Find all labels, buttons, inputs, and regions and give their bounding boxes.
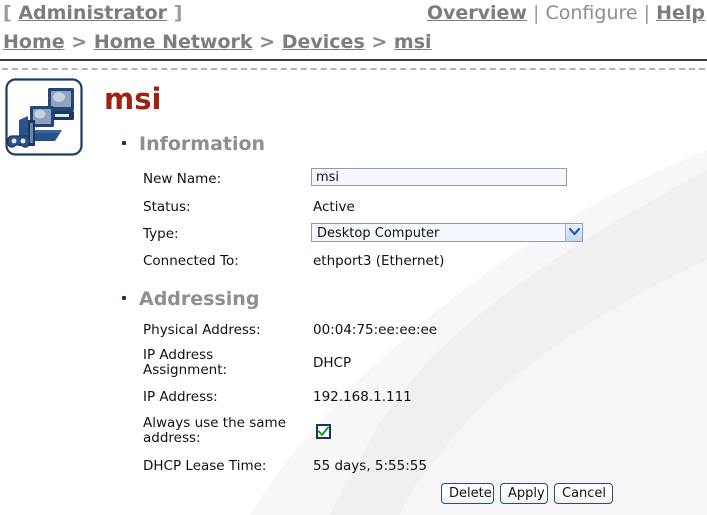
chevron-down-icon[interactable] <box>565 224 582 241</box>
label-dhcp-lease-time: DHCP Lease Time: <box>143 458 267 474</box>
page-title: msi <box>104 82 162 116</box>
section-heading-information-label: Information <box>139 133 266 155</box>
administrator-link[interactable]: Administrator <box>18 2 167 24</box>
breadcrumb-separator-2: > <box>259 31 276 53</box>
type-select-value: Desktop Computer <box>317 226 440 241</box>
cancel-button[interactable]: Cancel <box>554 483 613 504</box>
apply-button[interactable]: Apply <box>500 483 548 504</box>
topbar: [ Administrator ] Overview | Configure |… <box>0 0 707 30</box>
value-status: Active <box>313 199 355 215</box>
section-heading-information: Information <box>122 133 265 155</box>
nav-separator-2: | <box>643 2 651 24</box>
bracket-open: [ <box>3 2 12 24</box>
breadcrumb-item-devices[interactable]: Devices <box>282 31 365 53</box>
breadcrumb-item-msi[interactable]: msi <box>394 31 432 53</box>
nav-link-configure[interactable]: Configure <box>546 2 638 24</box>
delete-button[interactable]: Delete <box>441 483 494 504</box>
label-new-name: New Name: <box>143 171 222 187</box>
value-physical-address: 00:04:75:ee:ee:ee <box>313 322 438 338</box>
bracket-close: ] <box>173 2 183 24</box>
header-rule <box>0 59 707 61</box>
nav-link-help[interactable]: Help <box>656 2 705 24</box>
label-connected-to: Connected To: <box>143 253 239 269</box>
label-physical-address: Physical Address: <box>143 322 261 338</box>
nav-link-overview[interactable]: Overview <box>427 2 527 24</box>
section-heading-addressing-label: Addressing <box>139 288 260 310</box>
bullet-icon-information <box>122 141 126 145</box>
value-dhcp-lease-time: 55 days, 5:55:55 <box>313 458 427 474</box>
administrator-block: [ Administrator ] <box>3 2 182 24</box>
label-ip-address-assignment-line2: Assignment: <box>143 362 228 378</box>
new-name-input[interactable] <box>311 168 567 186</box>
nav-separator-1: | <box>533 2 540 24</box>
always-same-address-checkbox[interactable] <box>316 424 331 439</box>
label-type: Type: <box>143 226 179 242</box>
label-status: Status: <box>143 199 191 215</box>
label-ip-address-assignment-line1: IP Address <box>143 347 214 363</box>
breadcrumb-item-home[interactable]: Home <box>3 31 65 53</box>
breadcrumb-separator-3: > <box>371 31 388 53</box>
value-ip-address: 192.168.1.111 <box>313 389 412 405</box>
label-ip-address: IP Address: <box>143 389 218 405</box>
dashed-divider <box>2 68 705 70</box>
breadcrumb-separator-1: > <box>71 31 88 53</box>
value-ip-address-assignment: DHCP <box>313 355 352 371</box>
value-connected-to: ethport3 (Ethernet) <box>313 253 445 269</box>
section-heading-addressing: Addressing <box>122 288 259 310</box>
computer-device-icon <box>5 78 83 156</box>
label-always-same-address-line2: address: <box>143 430 201 446</box>
bullet-icon-addressing <box>122 296 126 300</box>
label-always-same-address-line1: Always use the same <box>143 415 287 431</box>
breadcrumb-item-home-network[interactable]: Home Network <box>94 31 253 53</box>
type-select[interactable]: Desktop Computer <box>311 223 583 242</box>
top-nav: Overview | Configure | Help <box>427 2 705 24</box>
button-row: Delete Apply Cancel <box>0 483 707 507</box>
breadcrumb: Home > Home Network > Devices > msi <box>3 31 432 53</box>
